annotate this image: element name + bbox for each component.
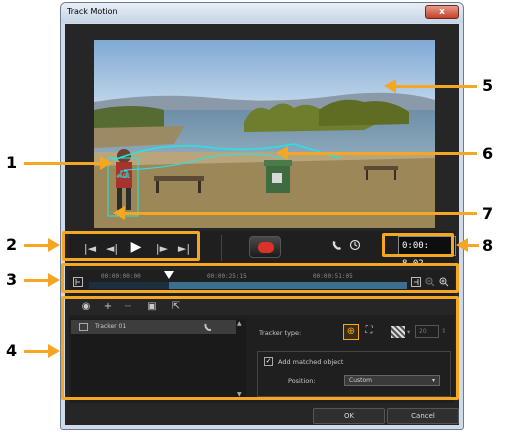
window-title: Track Motion [67, 7, 118, 16]
callout-arrow-3 [24, 279, 50, 282]
callout-arrow-7 [124, 212, 477, 215]
arrow-head-icon [100, 156, 112, 170]
callout-arrow-4 [24, 350, 50, 353]
ok-button[interactable]: OK [313, 408, 385, 424]
cancel-button[interactable]: Cancel [387, 408, 459, 424]
tracker-tag: # 01 [116, 173, 131, 180]
callout-arrow-8 [467, 244, 479, 247]
arrow-head-icon [48, 344, 60, 358]
callout-number-5: 5 [482, 76, 494, 95]
arrow-head-icon [48, 238, 60, 252]
callout-number-8: 8 [482, 236, 494, 255]
divider [221, 235, 222, 261]
callout-frame-2 [62, 231, 200, 261]
record-icon [258, 242, 274, 253]
video-preview[interactable]: # 01 [94, 40, 435, 228]
close-icon: x [439, 7, 445, 17]
callout-arrow-6 [287, 152, 477, 155]
callout-number-4: 4 [6, 341, 18, 360]
callout-number-7: 7 [482, 204, 494, 223]
preview-scene [94, 40, 435, 228]
arrow-head-icon [48, 273, 60, 287]
callout-number-6: 6 [482, 144, 494, 163]
callout-arrow-5 [395, 85, 477, 88]
close-button[interactable]: x [425, 5, 459, 19]
callout-number-3: 3 [6, 270, 18, 289]
callout-number-2: 2 [6, 235, 18, 254]
phone-icon[interactable] [331, 239, 343, 251]
callout-frame-4 [61, 296, 459, 400]
callout-number-1: 1 [6, 153, 18, 172]
callout-arrow-2 [24, 244, 50, 247]
track-motion-button[interactable] [249, 236, 281, 258]
history-icon[interactable] [349, 239, 361, 251]
callout-frame-3 [61, 263, 459, 293]
callout-arrow-1 [24, 162, 102, 165]
callout-frame-8 [382, 233, 454, 257]
title-bar: Track Motion x [61, 3, 463, 23]
